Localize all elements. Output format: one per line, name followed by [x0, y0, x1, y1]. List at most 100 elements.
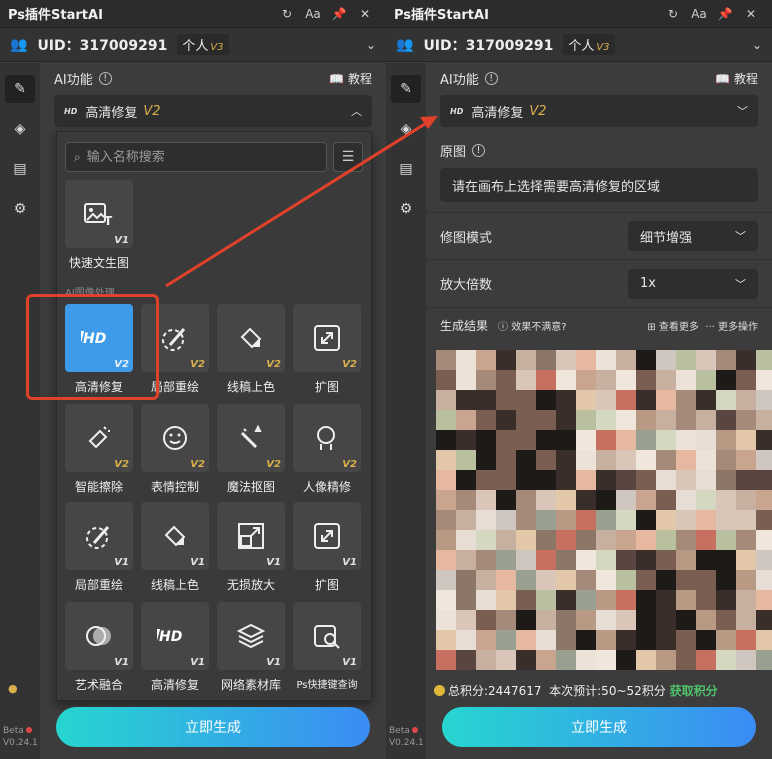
account-bar[interactable]: 👥 UID：317009291 个人 V3 ⌄ [386, 28, 772, 62]
chevron-down-icon[interactable]: ﹀ [737, 103, 748, 119]
app-title: Ps插件StartAI [8, 8, 103, 23]
image-pixel [596, 610, 616, 630]
font-size-icon[interactable]: Aa [300, 7, 326, 21]
image-pixel [556, 350, 576, 370]
image-pixel [736, 570, 756, 590]
refresh-icon[interactable]: ↻ [660, 7, 686, 21]
pen-icon[interactable]: ✎ [5, 75, 35, 103]
close-icon[interactable]: ✕ [352, 7, 378, 21]
image-pixel [716, 570, 736, 590]
info-icon[interactable]: ! [484, 71, 498, 85]
image-pixel [636, 510, 656, 530]
feature-tile[interactable]: V1 艺术融合 [65, 602, 133, 692]
tutorial-link[interactable]: 📖 教程 [329, 70, 372, 87]
image-pixel [756, 350, 772, 370]
feature-select[interactable]: HD 高清修复 V2 ﹀ [440, 95, 758, 127]
image-pixel [636, 530, 656, 550]
feature-tile[interactable]: V1 Ps快捷键查询 [293, 602, 361, 692]
chevron-down-icon[interactable]: ⌄ [752, 38, 762, 52]
original-hint[interactable]: 请在画布上选择需要高清修复的区域 [440, 168, 758, 202]
plugin-panel-left: Ps插件StartAI ↻ Aa 📌 ✕ 👥 UID：317009291 个人 V… [0, 0, 386, 759]
image-pixel [516, 370, 536, 390]
image-pixel [456, 470, 476, 490]
image-pixel [596, 430, 616, 450]
clipboard-icon[interactable]: ▤ [5, 155, 35, 183]
gear-icon[interactable]: ⚙ [5, 195, 35, 223]
feature-tile[interactable]: V2 人像精修 [293, 404, 361, 494]
tutorial-link[interactable]: 📖 教程 [715, 70, 758, 87]
info-icon[interactable]: ! [98, 71, 112, 85]
layers-icon[interactable]: ◈ [391, 115, 421, 143]
image-pixel [756, 410, 772, 430]
generate-button[interactable]: 立即生成 [442, 707, 756, 747]
mode-select[interactable]: 细节增强 ﹀ [628, 221, 758, 251]
scale-row: 放大倍数 1x ﹀ [426, 260, 772, 308]
expand-icon: V2 [293, 304, 361, 372]
generate-button[interactable]: 立即生成 [56, 707, 370, 747]
image-pixel [736, 630, 756, 650]
close-icon[interactable]: ✕ [738, 7, 764, 21]
feature-select[interactable]: HD 高清修复 V2 ︿ [54, 95, 372, 127]
image-pixel [676, 530, 696, 550]
image-pixel [716, 490, 736, 510]
image-pixel [676, 590, 696, 610]
chevron-up-icon[interactable]: ︿ [351, 103, 362, 119]
result-image[interactable] [436, 350, 772, 670]
image-pixel [716, 430, 736, 450]
layers-icon[interactable]: ◈ [5, 115, 35, 143]
image-pixel [716, 550, 736, 570]
more-ops-link[interactable]: ··· 更多操作 [705, 322, 758, 333]
image-pixel [596, 350, 616, 370]
feature-tile[interactable]: V1 网络素材库 [217, 602, 285, 692]
image-pixel [576, 370, 596, 390]
smile-icon: V2 [141, 404, 209, 472]
search-icon: ⌕ [74, 149, 81, 164]
image-pixel [596, 570, 616, 590]
list-view-icon[interactable]: ☰ [333, 142, 363, 172]
feature-tile[interactable]: HD V1 高清修复 [141, 602, 209, 692]
chevron-down-icon[interactable]: ⌄ [366, 38, 376, 52]
feature-tile[interactable]: V2 表情控制 [141, 404, 209, 494]
earn-points-link[interactable]: 获取积分 [670, 684, 718, 698]
feature-tile[interactable]: V2 魔法抠图 [217, 404, 285, 494]
section-title: AI功能 [440, 72, 479, 88]
pin-icon[interactable]: 📌 [326, 7, 352, 21]
version-tag: V2 [114, 459, 129, 470]
sidebar: ✎ ◈ ▤ ⚙ Beta V0.24.1 [386, 63, 426, 759]
feature-tile[interactable]: V2 智能擦除 [65, 404, 133, 494]
feature-tile[interactable]: V1 局部重绘 [65, 502, 133, 592]
image-pixel [456, 350, 476, 370]
image-pixel [696, 510, 716, 530]
image-pixel [516, 410, 536, 430]
pen-icon[interactable]: ✎ [391, 75, 421, 103]
clipboard-icon[interactable]: ▤ [391, 155, 421, 183]
feature-tile[interactable]: V1 无损放大 [217, 502, 285, 592]
highlight-annotation [26, 294, 159, 400]
paint-bucket-icon: V1 [141, 502, 209, 570]
feature-tile[interactable]: V2 线稿上色 [217, 304, 285, 394]
refresh-icon[interactable]: ↻ [274, 7, 300, 21]
tile-label: 智能擦除 [74, 480, 123, 494]
shortcut-search-icon: V1 [293, 602, 361, 670]
scale-select[interactable]: 1x ﹀ [628, 268, 758, 299]
image-pixel [756, 470, 772, 490]
font-size-icon[interactable]: Aa [686, 7, 712, 21]
info-icon[interactable]: ! [472, 144, 486, 157]
feature-tile[interactable]: V1 线稿上色 [141, 502, 209, 592]
search-input[interactable] [86, 149, 318, 165]
gear-icon[interactable]: ⚙ [391, 195, 421, 223]
feature-tile[interactable]: V1 扩图 [293, 502, 361, 592]
image-pixel [676, 610, 696, 630]
pin-icon[interactable]: 📌 [712, 7, 738, 21]
image-pixel [716, 650, 736, 670]
image-pixel [756, 430, 772, 450]
tile-quick-text-to-image[interactable]: T V1 快速文生图 [65, 180, 133, 270]
search-box[interactable]: ⌕ [65, 142, 327, 172]
image-pixel [556, 430, 576, 450]
unsatisfied-link[interactable]: ⓘ 效果不满意? [498, 318, 567, 333]
account-bar[interactable]: 👥 UID：317009291 个人 V3 ⌄ [0, 28, 386, 62]
image-pixel [496, 550, 516, 570]
feature-tile[interactable]: V2 扩图 [293, 304, 361, 394]
view-more-link[interactable]: ⊞ 查看更多 [647, 322, 699, 333]
image-pixel [576, 490, 596, 510]
